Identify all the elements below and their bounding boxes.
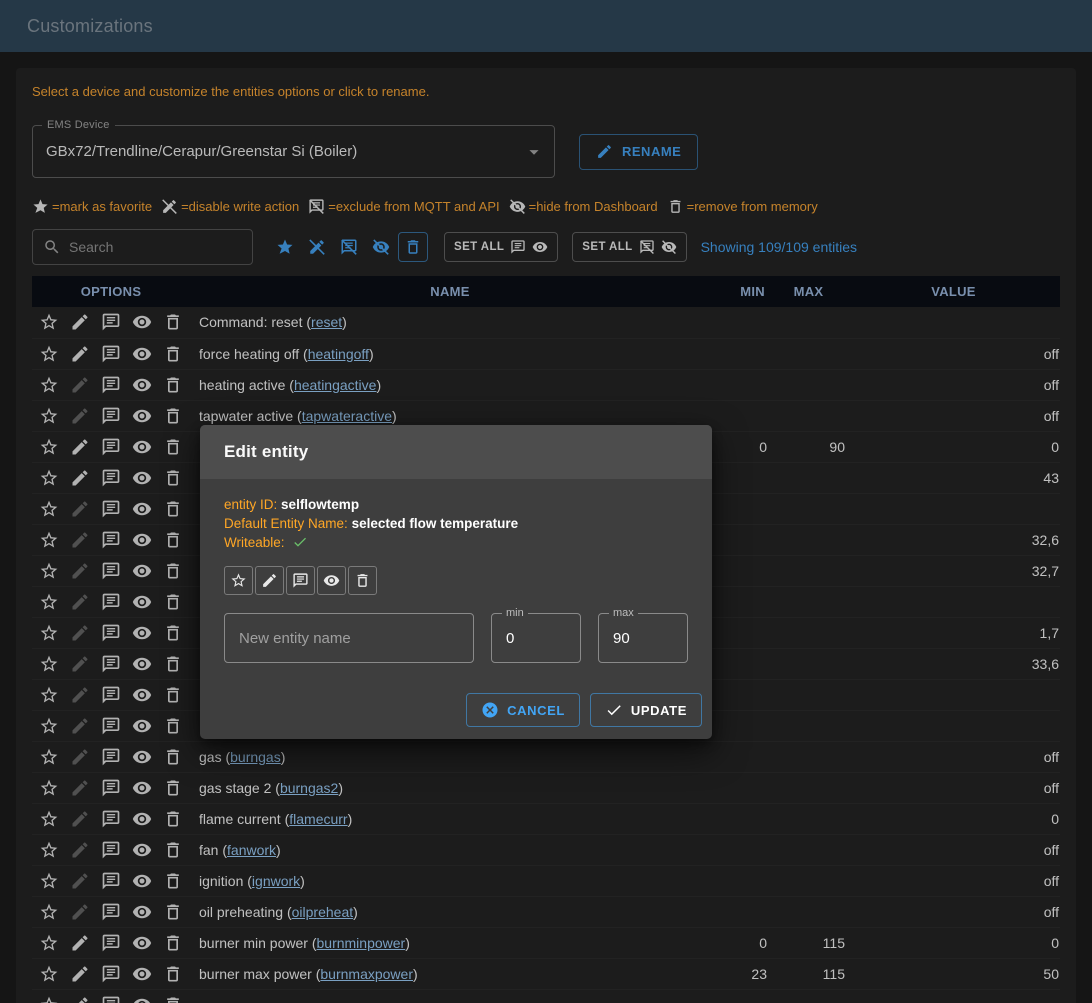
default-name-line: Default Entity Name: selected flow tempe…	[224, 514, 688, 533]
min-field[interactable]: min	[491, 613, 581, 663]
min-field-label: min	[502, 607, 528, 619]
dialog-toggle-trash[interactable]	[348, 566, 377, 595]
writeable-line: Writeable:	[224, 533, 688, 552]
dialog-title: Edit entity	[224, 442, 308, 461]
entity-id-value: selflowtemp	[281, 497, 359, 512]
dialog-option-toggles	[224, 566, 688, 595]
dialog-toggle-eye[interactable]	[317, 566, 346, 595]
dialog-body: entity ID: selflowtemp Default Entity Na…	[200, 479, 712, 663]
edit-entity-dialog: Edit entity entity ID: selflowtemp Defau…	[200, 425, 712, 739]
dialog-toggle-comment[interactable]	[286, 566, 315, 595]
check-icon	[605, 701, 623, 719]
dialog-header: Edit entity	[200, 425, 712, 479]
comment-icon	[292, 572, 309, 589]
entity-id-line: entity ID: selflowtemp	[224, 495, 688, 514]
new-entity-name-input[interactable]	[239, 630, 459, 647]
writeable-label: Writeable:	[224, 535, 285, 550]
dialog-footer: CANCEL UPDATE	[200, 663, 712, 739]
min-input[interactable]	[506, 630, 566, 647]
dialog-toggle-edit[interactable]	[255, 566, 284, 595]
max-field[interactable]: max	[598, 613, 688, 663]
star-border-icon	[230, 572, 247, 589]
cancel-button[interactable]: CANCEL	[466, 693, 580, 727]
max-field-label: max	[609, 607, 638, 619]
dialog-fields: min max	[224, 613, 688, 663]
edit-icon	[261, 572, 278, 589]
default-name-value: selected flow temperature	[352, 516, 519, 531]
dialog-toggle-star-border[interactable]	[224, 566, 253, 595]
max-input[interactable]	[613, 630, 673, 647]
check-icon	[292, 534, 308, 550]
cancel-circle-icon	[481, 701, 499, 719]
update-button-label: UPDATE	[631, 703, 687, 718]
update-button[interactable]: UPDATE	[590, 693, 702, 727]
new-entity-name-field[interactable]	[224, 613, 474, 663]
eye-icon	[323, 572, 340, 589]
entity-id-label: entity ID:	[224, 497, 277, 512]
default-name-label: Default Entity Name:	[224, 516, 348, 531]
trash-icon	[354, 572, 371, 589]
cancel-button-label: CANCEL	[507, 703, 565, 718]
